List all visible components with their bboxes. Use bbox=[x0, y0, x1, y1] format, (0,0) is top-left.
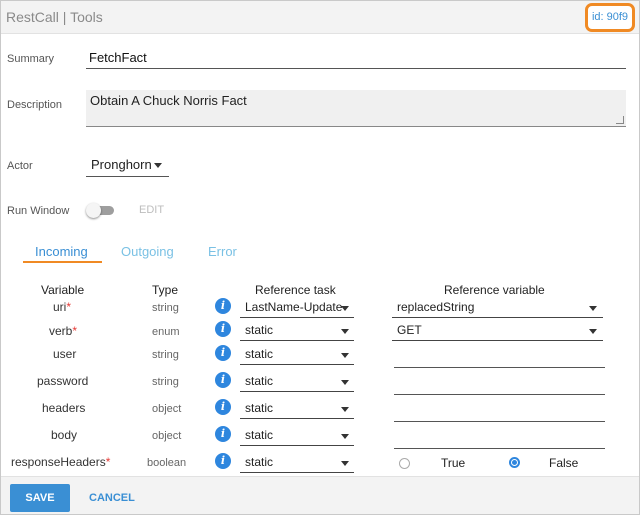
dialog-title: RestCall | Tools bbox=[6, 9, 103, 25]
description-textarea[interactable]: Obtain A Chuck Norris Fact bbox=[86, 90, 626, 127]
info-icon[interactable]: i bbox=[215, 372, 231, 388]
edit-button[interactable]: EDIT bbox=[139, 204, 164, 216]
variable-type: enum bbox=[152, 326, 180, 338]
required-marker: * bbox=[72, 324, 78, 338]
reference-variable-value: replacedString bbox=[397, 300, 475, 314]
radio-false[interactable] bbox=[509, 457, 520, 468]
actor-select[interactable]: Pronghorn bbox=[86, 155, 169, 177]
reference-variable-input[interactable] bbox=[394, 448, 605, 449]
reference-task-value: static bbox=[245, 455, 274, 469]
reference-task-value: static bbox=[245, 428, 274, 442]
dialog: RestCall | Tools id: 90f9 Summary FetchF… bbox=[0, 0, 640, 515]
reference-task-select[interactable]: static bbox=[240, 453, 354, 473]
chevron-down-icon bbox=[341, 380, 349, 385]
variable-type: object bbox=[152, 403, 182, 415]
actor-value: Pronghorn bbox=[91, 157, 152, 172]
radio-true[interactable] bbox=[399, 458, 410, 469]
run-window-toggle[interactable] bbox=[86, 203, 114, 218]
variable-name: user bbox=[53, 347, 77, 361]
column-header-type: Type bbox=[152, 283, 179, 297]
variable-type: string bbox=[152, 302, 179, 314]
variable-type: boolean bbox=[147, 457, 187, 469]
required-marker: * bbox=[105, 455, 111, 469]
reference-task-select[interactable]: static bbox=[240, 399, 354, 419]
variable-name: body bbox=[51, 428, 78, 442]
reference-task-value: LastName-Update bbox=[245, 300, 343, 314]
info-icon[interactable]: i bbox=[215, 399, 231, 415]
reference-task-value: static bbox=[245, 374, 274, 388]
reference-task-select[interactable]: static bbox=[240, 321, 354, 341]
reference-task-value: static bbox=[245, 347, 274, 361]
run-window-label: Run Window bbox=[7, 205, 70, 217]
info-icon[interactable]: i bbox=[215, 345, 231, 361]
reference-variable-input[interactable] bbox=[394, 421, 605, 422]
chevron-down-icon bbox=[341, 329, 349, 334]
column-header-reference-variable: Reference variable bbox=[444, 283, 545, 297]
chevron-down-icon bbox=[154, 163, 162, 168]
chevron-down-icon bbox=[341, 407, 349, 412]
reference-variable-input[interactable] bbox=[394, 394, 605, 395]
chevron-down-icon bbox=[341, 306, 349, 311]
id-badge: id: 90f9 bbox=[585, 3, 635, 32]
variable-name: responseHeaders* bbox=[11, 455, 111, 469]
reference-task-select[interactable]: static bbox=[240, 345, 354, 365]
variable-name: verb* bbox=[49, 324, 78, 338]
chevron-down-icon bbox=[589, 306, 597, 311]
info-icon[interactable]: i bbox=[215, 426, 231, 442]
dialog-header: RestCall | Tools id: 90f9 bbox=[1, 1, 639, 34]
chevron-down-icon bbox=[589, 329, 597, 334]
info-icon[interactable]: i bbox=[215, 298, 231, 314]
chevron-down-icon bbox=[341, 353, 349, 358]
reference-variable-select[interactable]: GET bbox=[392, 321, 603, 341]
tab-outgoing[interactable]: Outgoing bbox=[121, 244, 174, 259]
required-marker: * bbox=[66, 300, 72, 314]
reference-variable-input[interactable] bbox=[394, 367, 605, 368]
reference-task-select[interactable]: static bbox=[240, 426, 354, 446]
toggle-knob bbox=[86, 203, 101, 218]
variable-type: string bbox=[152, 376, 179, 388]
reference-task-select[interactable]: static bbox=[240, 372, 354, 392]
summary-field[interactable]: FetchFact bbox=[86, 50, 626, 69]
summary-label: Summary bbox=[7, 53, 55, 65]
column-header-variable: Variable bbox=[41, 283, 85, 297]
radio-true-label: True bbox=[441, 456, 466, 470]
save-button[interactable]: SAVE bbox=[10, 484, 70, 512]
reference-task-value: static bbox=[245, 323, 274, 337]
info-icon[interactable]: i bbox=[215, 453, 231, 469]
reference-task-value: static bbox=[245, 401, 274, 415]
reference-variable-value: GET bbox=[397, 323, 422, 337]
chevron-down-icon bbox=[341, 461, 349, 466]
variable-type: string bbox=[152, 349, 179, 361]
description-label: Description bbox=[7, 99, 63, 111]
cancel-button[interactable]: CANCEL bbox=[89, 492, 135, 504]
chevron-down-icon bbox=[341, 434, 349, 439]
tab-error[interactable]: Error bbox=[208, 244, 237, 259]
description-text: Obtain A Chuck Norris Fact bbox=[90, 93, 247, 108]
reference-variable-select[interactable]: replacedString bbox=[392, 298, 603, 318]
active-tab-indicator bbox=[23, 261, 102, 263]
tab-incoming[interactable]: Incoming bbox=[35, 244, 88, 259]
variable-name: headers bbox=[42, 401, 86, 415]
column-header-reference-task: Reference task bbox=[255, 283, 336, 297]
variable-name: password bbox=[37, 374, 89, 388]
radio-false-label: False bbox=[549, 456, 579, 470]
variable-type: object bbox=[152, 430, 182, 442]
info-icon[interactable]: i bbox=[215, 321, 231, 337]
variable-name: uri* bbox=[53, 300, 72, 314]
resize-handle-icon[interactable] bbox=[616, 116, 624, 124]
actor-label: Actor bbox=[7, 160, 33, 172]
reference-task-select[interactable]: LastName-Update bbox=[240, 298, 354, 318]
